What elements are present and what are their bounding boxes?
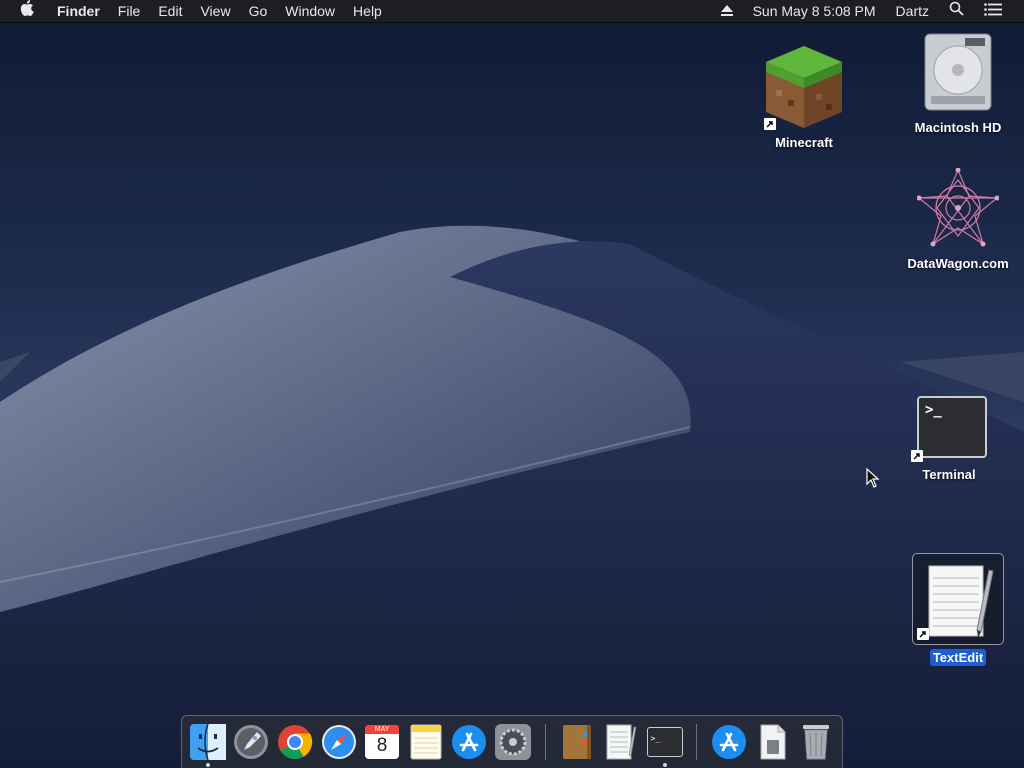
terminal-icon: >_: [917, 396, 987, 458]
dock: MAY 8 >_: [181, 715, 843, 768]
desktop-icon-label: Terminal: [922, 467, 976, 482]
calendar-month: MAY: [365, 725, 400, 734]
finder-icon: [189, 724, 226, 760]
desktop-icon-terminal[interactable]: >_ Terminal: [904, 396, 994, 483]
dock-item-terminal[interactable]: >_: [645, 722, 685, 767]
spotlight-button[interactable]: [939, 0, 974, 22]
dock-item-chrome[interactable]: [275, 722, 315, 762]
chrome-icon: [277, 725, 313, 759]
dock-separator: [544, 724, 546, 760]
system-preferences-icon: [494, 724, 531, 760]
calendar-icon: MAY 8: [365, 725, 400, 759]
dock-item-document[interactable]: [753, 722, 793, 762]
notification-center-button[interactable]: [974, 0, 1012, 22]
eject-menu-extra[interactable]: [711, 0, 743, 22]
apple-menu[interactable]: [0, 0, 48, 22]
trash-icon: [803, 725, 830, 760]
terminal-prompt: >_: [925, 402, 942, 418]
terminal-icon: >_: [646, 727, 683, 757]
dock-item-system-preferences[interactable]: [493, 722, 533, 762]
dock-item-finder[interactable]: [188, 722, 228, 767]
app-store-downloads-icon: [712, 725, 747, 759]
mouse-cursor-icon: [866, 468, 880, 488]
desktop-icon-label: Macintosh HD: [914, 120, 1002, 135]
desktop-icon-macintosh-hd[interactable]: Macintosh HD: [908, 32, 1008, 136]
menu-help[interactable]: Help: [344, 0, 391, 22]
hard-drive-icon: [924, 33, 992, 111]
dock-item-notes[interactable]: [406, 722, 446, 762]
running-indicator: [662, 763, 667, 767]
notification-center-icon: [984, 3, 1002, 16]
desktop-icon-textedit[interactable]: TextEdit: [910, 553, 1006, 666]
menu-view[interactable]: View: [191, 0, 239, 22]
dock-item-launchpad[interactable]: [232, 722, 272, 762]
alias-arrow-icon: [917, 628, 929, 640]
alias-arrow-icon: [764, 118, 776, 130]
dock-separator: [696, 724, 698, 760]
desktop-icon-label: Minecraft: [775, 135, 833, 150]
eject-icon: [720, 5, 733, 16]
launchpad-icon: [234, 725, 269, 759]
menu-bar: Finder File Edit View Go Window Help Sun…: [0, 0, 1024, 22]
menubar-clock[interactable]: Sun May 8 5:08 PM: [743, 0, 886, 22]
dock-item-notebook[interactable]: [558, 722, 598, 762]
desktop-icon-label: TextEdit: [929, 649, 987, 666]
dock-item-app-store[interactable]: [449, 722, 489, 762]
desktop-wallpaper: [0, 225, 1024, 768]
dock-item-safari[interactable]: [319, 722, 359, 762]
textedit-icon: [606, 724, 637, 760]
menu-file[interactable]: File: [109, 0, 150, 22]
menu-go[interactable]: Go: [240, 0, 277, 22]
dock-item-trash[interactable]: [796, 722, 836, 762]
menu-window[interactable]: Window: [276, 0, 344, 22]
alias-arrow-icon: [911, 450, 923, 462]
notebook-icon: [563, 725, 592, 759]
app-store-icon: [452, 725, 487, 759]
dock-item-calendar[interactable]: MAY 8: [362, 722, 402, 762]
datawagon-star-icon: [916, 167, 1000, 247]
calendar-day: 8: [376, 735, 388, 756]
desktop-icon-label: DataWagon.com: [907, 256, 1009, 271]
document-icon: [760, 724, 786, 760]
app-menu-finder[interactable]: Finder: [48, 0, 109, 22]
menu-edit[interactable]: Edit: [149, 0, 191, 22]
dock-item-textedit[interactable]: [601, 722, 641, 762]
safari-icon: [321, 725, 356, 759]
spotlight-search-icon: [949, 1, 964, 16]
menubar-user[interactable]: Dartz: [886, 0, 939, 22]
desktop-icon-minecraft[interactable]: Minecraft: [758, 44, 850, 151]
terminal-prompt: >_: [650, 734, 661, 743]
apple-logo-icon: [20, 0, 34, 16]
minecraft-grass-block-icon: [766, 46, 842, 128]
notes-icon: [410, 724, 442, 760]
textedit-icon: [928, 565, 994, 638]
running-indicator: [206, 763, 210, 767]
desktop-icon-datawagon[interactable]: DataWagon.com: [900, 167, 1016, 272]
dock-item-app-store-downloads[interactable]: [709, 722, 749, 762]
